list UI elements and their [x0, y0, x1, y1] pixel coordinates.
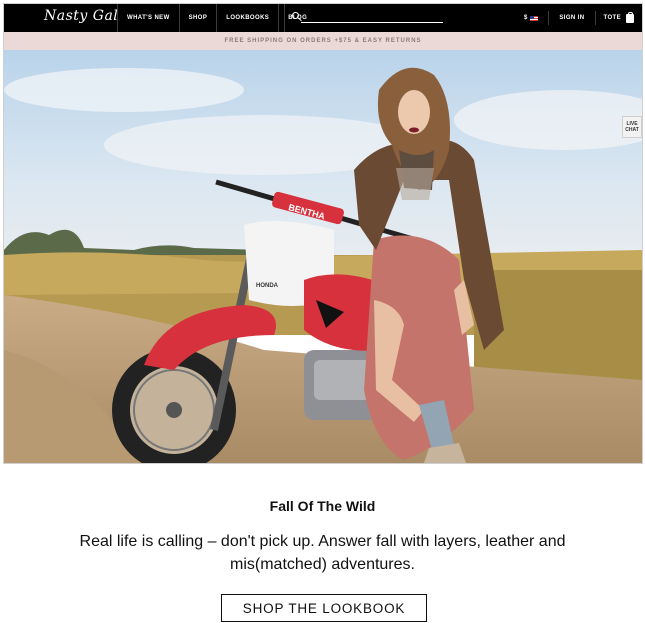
search-input[interactable] [301, 12, 443, 23]
tote-label: TOTE [603, 15, 621, 21]
promo-banner[interactable]: FREE SHIPPING ON ORDERS +$75 & EASY RETU… [4, 32, 642, 50]
currency-label: $ [524, 15, 528, 21]
search-bar [284, 4, 446, 32]
section-body-text: Real life is calling – don't pick up. An… [79, 533, 566, 573]
sign-in-link[interactable]: SIGN IN [549, 11, 596, 25]
bike-brand-text: HONDA [256, 283, 279, 289]
section-headline: Fall Of The Wild [269, 498, 376, 514]
nav-item-shop[interactable]: SHOP [178, 4, 217, 32]
shop-the-lookbook-button[interactable]: SHOP THE LOOKBOOK [221, 594, 427, 622]
tote-button[interactable]: TOTE [596, 11, 643, 23]
nav-item-lookbooks[interactable]: LOOKBOOKS [216, 4, 278, 32]
account-nav: $ SIGN IN TOTE [514, 4, 642, 32]
page-frame: Nasty Gal WHAT'S NEW SHOP LOOKBOOKS BLOG… [3, 3, 643, 464]
top-navigation-bar: Nasty Gal WHAT'S NEW SHOP LOOKBOOKS BLOG… [4, 4, 642, 32]
shopping-bag-icon [626, 11, 634, 23]
live-chat-line-2: CHAT [625, 127, 639, 133]
live-chat-tab[interactable]: LIVE CHAT [622, 116, 642, 138]
currency-selector[interactable]: $ [514, 11, 550, 25]
us-flag-icon [530, 15, 539, 21]
nav-item-whats-new[interactable]: WHAT'S NEW [117, 4, 179, 32]
hero-image[interactable]: HONDA BENTHA [4, 50, 642, 463]
hero-illustration: HONDA BENTHA [4, 50, 642, 463]
brand-logo[interactable]: Nasty Gal [44, 8, 118, 24]
